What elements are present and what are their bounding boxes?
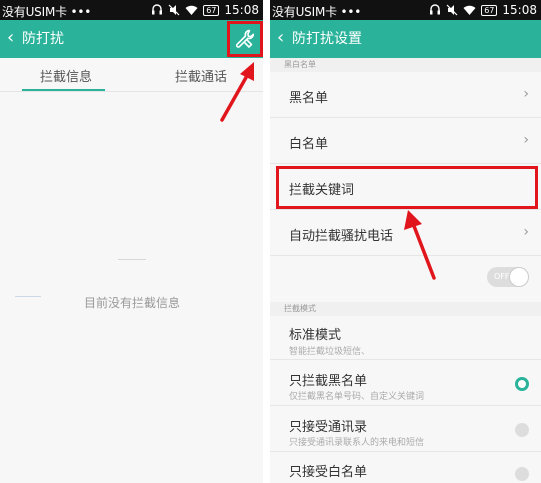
- toggle-knob: [509, 267, 529, 287]
- mute-icon: [168, 4, 180, 16]
- battery-indicator: 67: [203, 4, 220, 16]
- status-bar: 没有USIM卡 ••• 67 15:08: [270, 0, 541, 20]
- annotation-arrow: [404, 210, 436, 280]
- radio-unselected-icon[interactable]: [515, 467, 529, 481]
- mode-label: 只拦截黑名单: [289, 374, 368, 389]
- clock: 15:08: [502, 3, 537, 17]
- mode-description: 只接受通讯录联系人的来电和短信: [289, 438, 425, 448]
- mode-contacts-only-row[interactable]: 只接受通讯录 只接受通讯录联系人的来电和短信: [270, 406, 541, 452]
- mode-description: 仅拦截黑名单号码、自定义关键词: [289, 392, 425, 402]
- mode-standard-row[interactable]: 标准模式 智能拦截垃圾短信、: [270, 316, 541, 360]
- app-bar: ‹ 防打扰设置: [270, 20, 541, 58]
- section-header-mode: 拦截模式: [270, 302, 541, 316]
- wifi-icon: [185, 5, 198, 15]
- mode-whitelist-only-row[interactable]: 只接受白名单: [270, 452, 541, 483]
- mode-label: 只接受白名单: [289, 465, 368, 480]
- mode-description: 智能拦截垃圾短信、: [289, 347, 371, 357]
- chevron-right-icon: ›: [523, 86, 529, 102]
- auto-block-label: 自动拦截骚扰电话: [289, 229, 394, 244]
- chevron-right-icon: ›: [523, 224, 529, 240]
- settings-button[interactable]: [227, 21, 263, 57]
- app-bar: ‹ 防打扰: [0, 20, 263, 58]
- battery-indicator: 67: [481, 4, 498, 16]
- whitelist-row[interactable]: 白名单 ›: [270, 118, 541, 164]
- wrench-icon: [235, 29, 255, 48]
- blacklist-label: 黑名单: [289, 91, 329, 106]
- status-bar: 没有USIM卡 ••• 67 15:08: [0, 0, 263, 20]
- tab-blocked-messages[interactable]: 拦截信息: [40, 66, 92, 85]
- page-title: 防打扰: [22, 31, 64, 47]
- headset-icon: [152, 4, 163, 15]
- blacklist-row[interactable]: 黑名单 ›: [270, 72, 541, 118]
- status-icons: 67 15:08: [151, 3, 259, 17]
- annotation-highlight-box: [276, 166, 538, 209]
- section-header-blackwhite: 黑白名单: [270, 58, 541, 72]
- annotation-arrow: [220, 62, 254, 122]
- status-icons: 67 15:08: [429, 3, 537, 17]
- divider: [118, 259, 146, 260]
- page-title: 防打扰设置: [292, 31, 362, 47]
- toggle-state-label: OFF: [494, 272, 510, 281]
- wifi-icon: [463, 5, 476, 15]
- mute-icon: [446, 4, 458, 16]
- mode-label: 只接受通讯录: [289, 420, 368, 435]
- whitelist-label: 白名单: [289, 137, 329, 152]
- radio-unselected-icon[interactable]: [515, 423, 529, 437]
- headset-icon: [430, 4, 441, 15]
- divider: [15, 296, 41, 297]
- back-icon[interactable]: ‹: [277, 27, 284, 49]
- radio-selected-icon[interactable]: [515, 377, 529, 391]
- chevron-right-icon: ›: [523, 132, 529, 148]
- mode-blacklist-only-row[interactable]: 只拦截黑名单 仅拦截黑名单号码、自定义关键词: [270, 360, 541, 406]
- carrier-text: 没有USIM卡 •••: [272, 5, 362, 19]
- carrier-text: 没有USIM卡 •••: [2, 5, 92, 19]
- active-tab-indicator: [22, 89, 105, 91]
- back-icon[interactable]: ‹: [7, 27, 14, 49]
- mode-label: 标准模式: [289, 328, 342, 343]
- left-screen: 没有USIM卡 ••• 67 15:08 ‹ 防打扰 拦截信息 拦截通话 目前没…: [0, 0, 263, 483]
- auto-block-toggle[interactable]: OFF: [487, 267, 529, 287]
- empty-state-message: 目前没有拦截信息: [84, 296, 181, 310]
- clock: 15:08: [224, 3, 259, 17]
